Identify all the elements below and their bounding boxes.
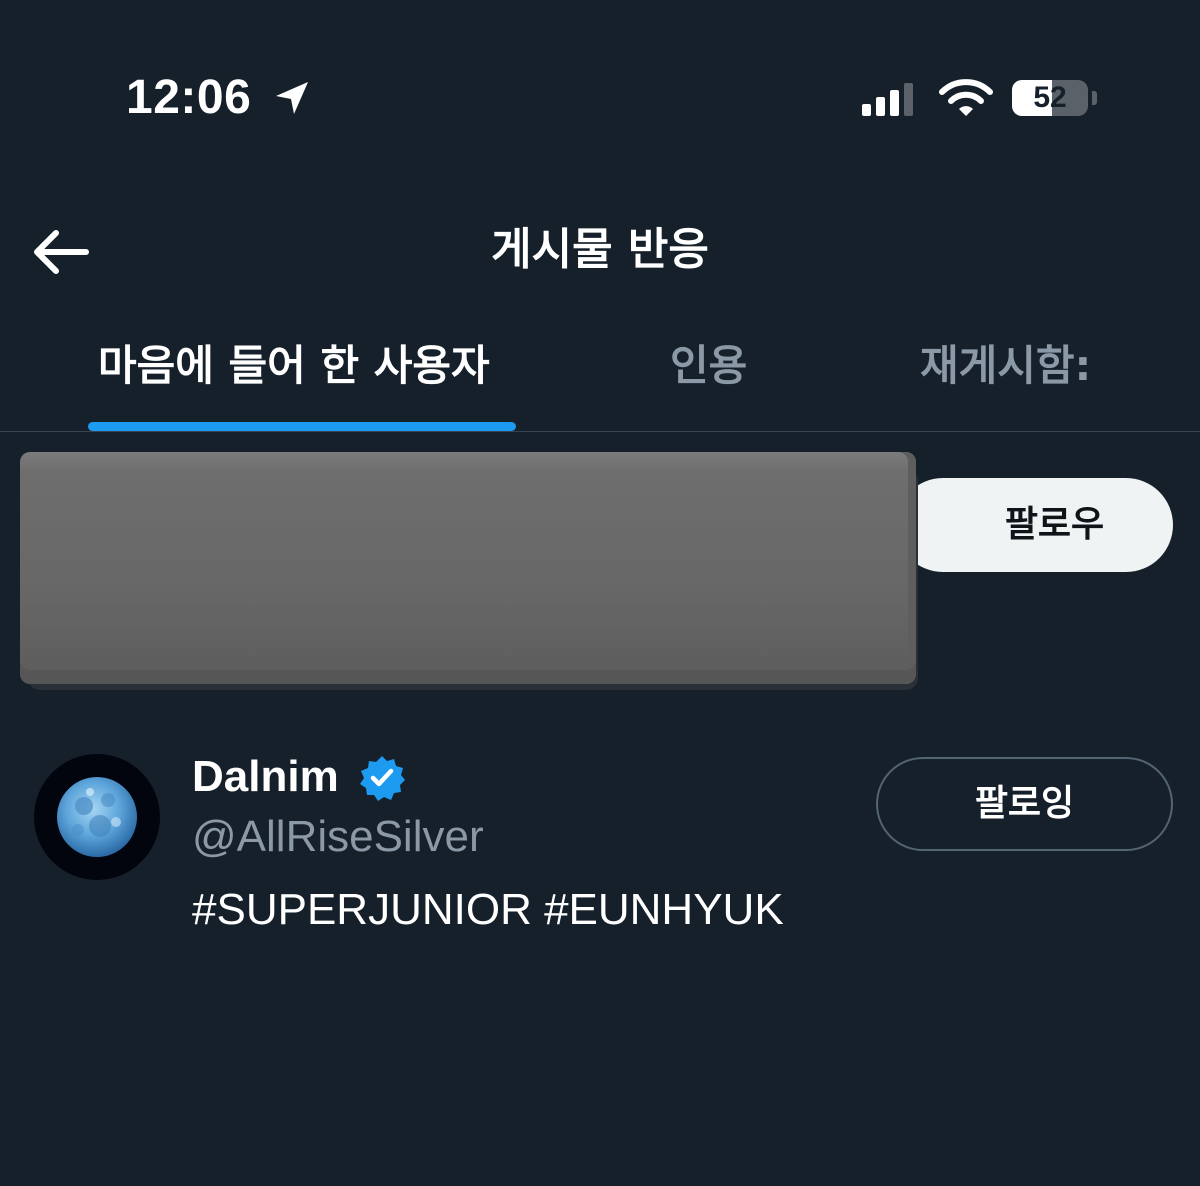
follow-button[interactable]: 팔로우 <box>896 478 1173 572</box>
status-time: 12:06 <box>126 71 252 124</box>
location-arrow-icon <box>276 82 308 114</box>
signal-icon <box>862 83 913 116</box>
avatar[interactable] <box>34 754 160 880</box>
page-title: 게시물 반응 <box>491 224 709 275</box>
display-name[interactable]: Dalnim <box>192 748 339 806</box>
wifi-icon <box>939 79 993 116</box>
verified-badge-icon <box>360 756 405 801</box>
battery-level: 52 <box>1033 81 1067 114</box>
moon-image <box>57 777 137 857</box>
tab-reposts[interactable]: 재게시함: <box>920 330 1091 402</box>
user-bio: #SUPERJUNIOR #EUNHYUK <box>192 885 784 934</box>
battery-icon: 52 <box>1012 80 1088 116</box>
tab-divider <box>0 431 1200 432</box>
active-tab-indicator <box>88 422 516 431</box>
redacted-user-block <box>20 452 916 684</box>
post-reactions-screen: 12:06 52 게시물 반응 마음에 들어 한 사용자 인용 재게시함: 팔로… <box>0 0 1200 1186</box>
tab-liked-by[interactable]: 마음에 들어 한 사용자 <box>98 330 490 402</box>
user-handle[interactable]: @AllRiseSilver <box>192 808 484 866</box>
following-button[interactable]: 팔로잉 <box>876 757 1173 851</box>
tab-quotes[interactable]: 인용 <box>670 330 747 402</box>
battery-cap <box>1092 91 1097 105</box>
